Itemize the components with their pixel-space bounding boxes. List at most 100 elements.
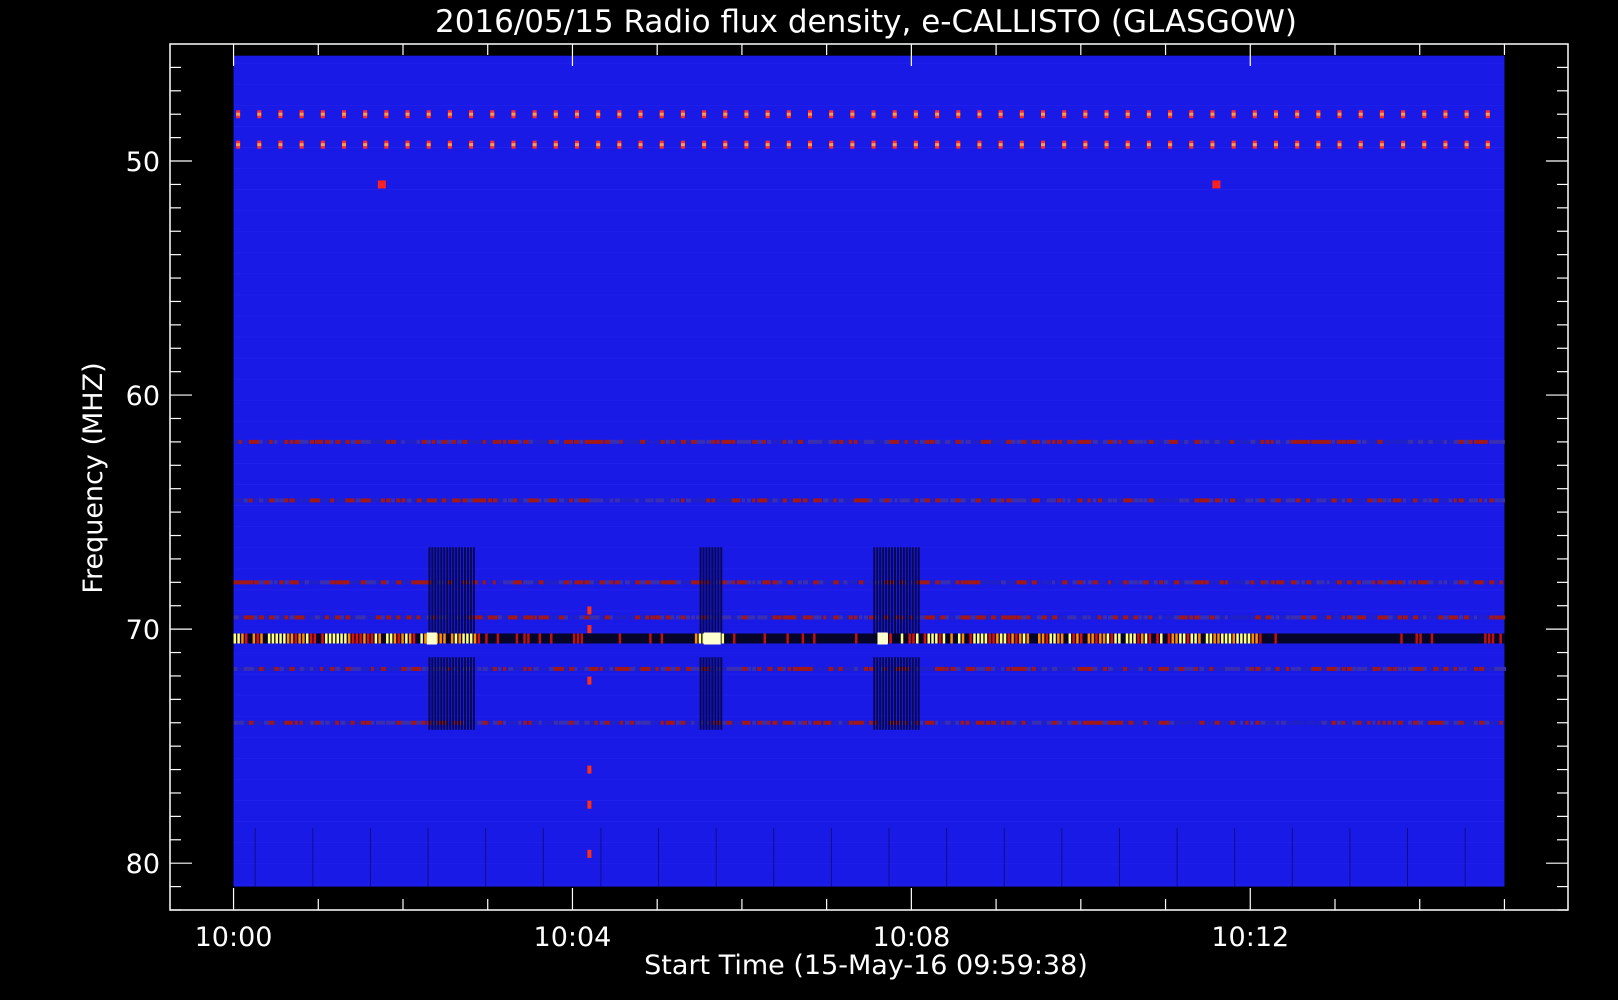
- band-segment: [1006, 666, 1011, 671]
- periodic-marker-core: [1189, 143, 1194, 147]
- band-segment: [365, 615, 370, 620]
- band-segment: [330, 666, 335, 671]
- band-segment: [1072, 666, 1076, 671]
- periodic-marker-core: [998, 143, 1003, 147]
- band-mark: [984, 633, 988, 644]
- periodic-marker-core: [871, 143, 876, 147]
- band-highlight: [426, 632, 437, 645]
- band-mark: [313, 633, 317, 644]
- band-segment: [233, 720, 239, 725]
- periodic-marker-core: [680, 143, 685, 147]
- periodic-marker-core: [1443, 112, 1448, 116]
- band-segment: [945, 439, 952, 444]
- bottom-streak: [1118, 828, 1120, 887]
- band-segment: [731, 615, 737, 620]
- band-mark: [294, 633, 298, 644]
- band-segment: [1179, 720, 1185, 725]
- band-segment: [752, 498, 756, 503]
- band-segment: [482, 439, 486, 444]
- burst-streak: [905, 657, 908, 730]
- band-segment: [1423, 615, 1427, 620]
- band-mark: [1167, 633, 1171, 644]
- band-segment: [1311, 439, 1317, 444]
- band-segment: [823, 615, 827, 620]
- band-segment: [563, 666, 568, 671]
- band-mark: [1236, 633, 1239, 644]
- band-segment: [401, 615, 407, 620]
- band-segment: [1377, 580, 1384, 585]
- burst-streak: [711, 547, 714, 634]
- band-segment: [1463, 439, 1470, 444]
- band-segment: [533, 666, 540, 671]
- band-segment: [1377, 498, 1383, 503]
- periodic-marker-core: [702, 143, 707, 147]
- band-segment: [574, 580, 580, 585]
- band-mark: [1129, 633, 1133, 644]
- burst-streak: [893, 547, 896, 634]
- band-mark: [1205, 633, 1209, 644]
- band-segment: [660, 580, 666, 585]
- band-segment: [1458, 498, 1465, 503]
- band-segment: [396, 615, 401, 620]
- band-segment: [1418, 439, 1424, 444]
- band-segment: [802, 439, 806, 444]
- band-segment: [1499, 439, 1505, 444]
- band-segment: [396, 439, 400, 444]
- band-mark: [1053, 633, 1056, 644]
- band-segment: [1484, 439, 1488, 444]
- band-segment: [477, 439, 483, 444]
- band-segment: [447, 439, 453, 444]
- band-segment: [1209, 580, 1214, 585]
- periodic-marker-core: [426, 112, 431, 116]
- band-mark: [576, 633, 580, 644]
- band-segment: [1011, 615, 1017, 620]
- band-segment: [904, 439, 908, 444]
- band-segment: [1443, 615, 1449, 620]
- band-segment: [1036, 498, 1041, 503]
- band-segment: [624, 720, 630, 725]
- band-segment: [1311, 580, 1316, 585]
- band-segment: [1357, 498, 1362, 503]
- band-segment: [1311, 666, 1317, 671]
- band-segment: [1133, 615, 1138, 620]
- periodic-marker-core: [1019, 143, 1024, 147]
- bottom-streak: [542, 828, 544, 887]
- band-segment: [1214, 439, 1220, 444]
- band-segment: [833, 720, 839, 725]
- band-segment: [818, 666, 823, 671]
- band-segment: [670, 666, 677, 671]
- band-segment: [797, 720, 803, 725]
- band-segment: [1357, 439, 1361, 444]
- band-segment: [1301, 615, 1307, 620]
- band-segment: [1062, 666, 1067, 671]
- band-segment: [533, 439, 537, 444]
- band-segment: [1438, 615, 1444, 620]
- band-segment: [767, 580, 771, 585]
- band-mark: [1182, 633, 1186, 644]
- band-segment: [1235, 439, 1241, 444]
- band-mark: [305, 633, 309, 644]
- band-segment: [391, 439, 396, 444]
- band-segment: [269, 580, 273, 585]
- band-segment: [569, 580, 573, 585]
- band-segment: [569, 720, 574, 725]
- band-segment: [1052, 580, 1056, 585]
- periodic-marker-core: [1401, 112, 1406, 116]
- band-segment: [619, 666, 626, 671]
- band-mark: [1487, 633, 1491, 644]
- band-segment: [1031, 666, 1036, 671]
- band-segment: [421, 720, 426, 725]
- burst-streak: [888, 547, 891, 634]
- band-mark: [938, 633, 942, 644]
- band-segment: [1179, 498, 1184, 503]
- band-segment: [1158, 498, 1165, 503]
- band-segment: [345, 720, 352, 725]
- band-segment: [599, 439, 604, 444]
- band-segment: [1072, 615, 1077, 620]
- band-segment: [401, 666, 408, 671]
- band-segment: [1428, 720, 1434, 725]
- band-mark: [405, 633, 408, 644]
- band-segment: [955, 439, 961, 444]
- band-segment: [919, 720, 924, 725]
- band-segment: [1438, 580, 1443, 585]
